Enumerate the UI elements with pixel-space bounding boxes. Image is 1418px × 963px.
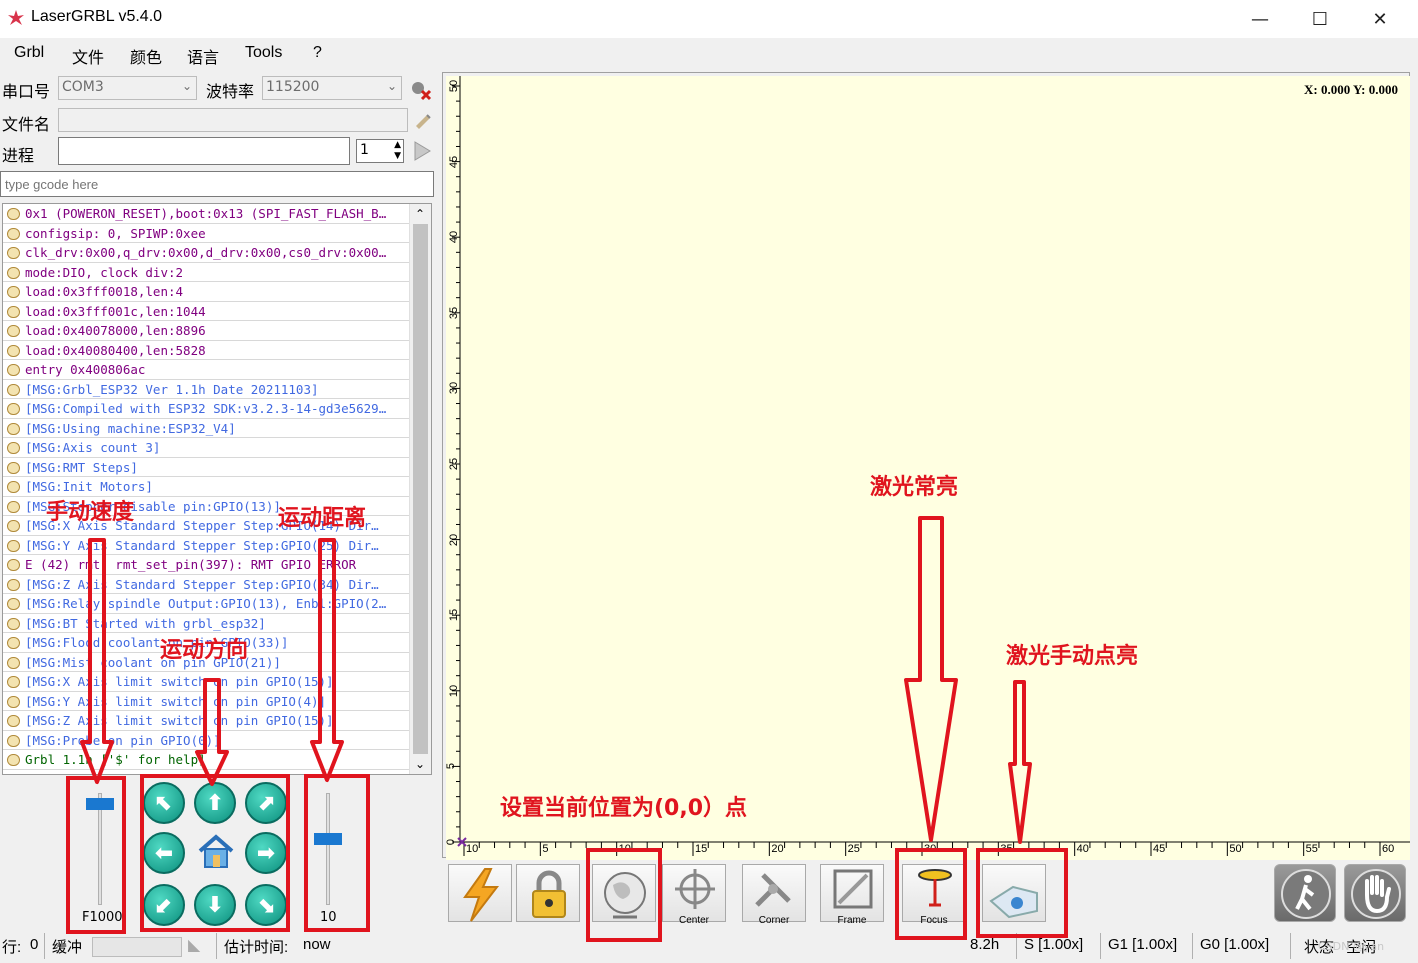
speed-annotation: 手动速度 — [46, 500, 135, 525]
distance-annotation: 运动距离 — [278, 506, 367, 531]
laser-on-annotation: 激光常亮 — [870, 475, 959, 500]
set-origin-annotation: 设置当前位置为(0,0）点 — [500, 796, 748, 821]
direction-annotation: 运动方向 — [160, 638, 249, 663]
laser-manual-annotation: 激光手动点亮 — [1006, 644, 1139, 669]
